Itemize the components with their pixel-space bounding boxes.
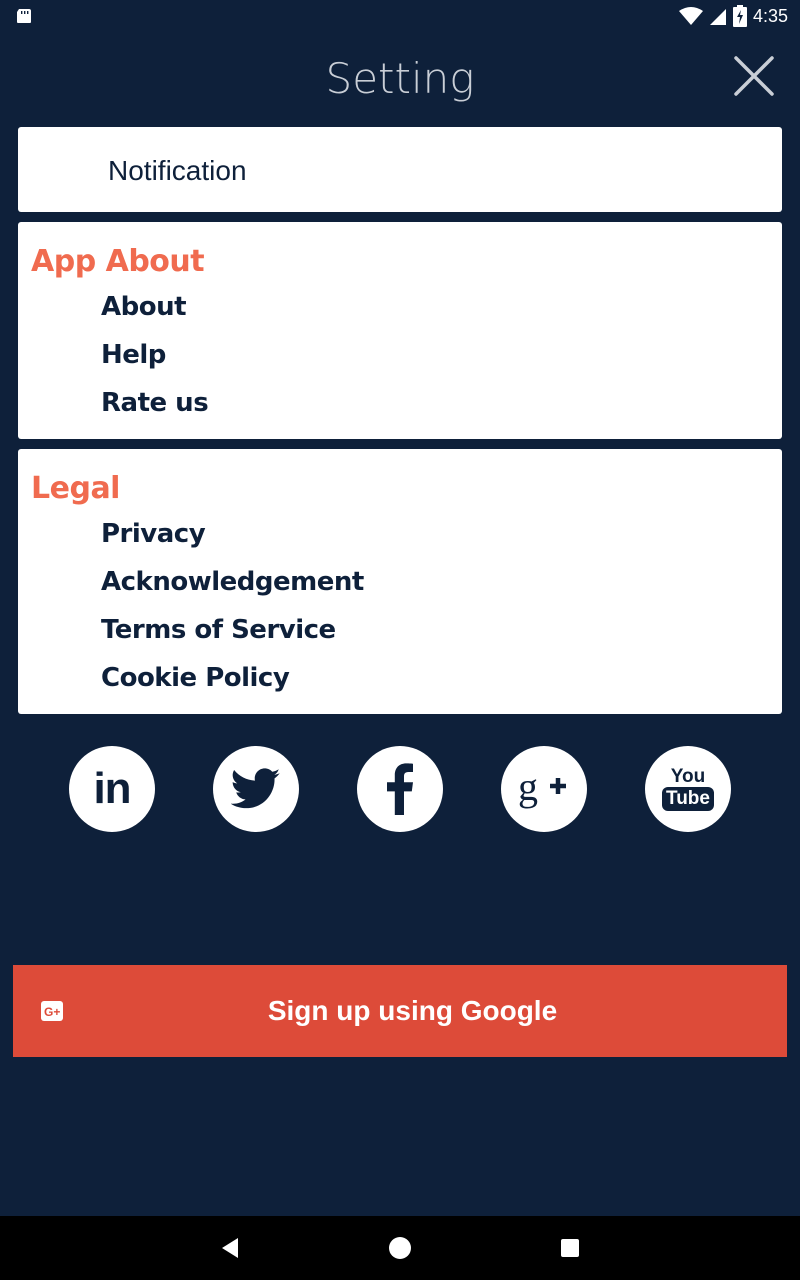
twitter-icon [231,768,281,809]
status-time: 4:35 [752,5,788,26]
google-plus-button[interactable]: g [501,746,587,832]
header: Setting [0,32,800,124]
sd-card-icon [17,9,31,23]
menu-item-help[interactable]: Help [101,340,166,370]
app-about-title: App About [31,244,205,279]
youtube-button[interactable]: You Tube [645,746,731,832]
menu-item-acknowledgement[interactable]: Acknowledgement [101,567,364,597]
google-plus-icon: g [518,766,566,809]
notification-label: Notification [108,155,247,186]
legal-section: Legal Privacy Acknowledgement Terms of S… [18,449,782,714]
twitter-button[interactable] [213,746,299,832]
menu-item-terms-of-service[interactable]: Terms of Service [101,615,336,645]
status-bar: 4:35 [0,0,800,32]
menu-item-rate-us[interactable]: Rate us [101,388,209,418]
menu-item-about[interactable]: About [101,292,187,322]
facebook-icon [387,763,413,815]
menu-item-cookie-policy[interactable]: Cookie Policy [101,663,290,693]
youtube-icon-bottom: Tube [662,787,714,811]
navigation-bar [0,1216,800,1280]
notification-item[interactable]: Notification [18,127,782,212]
google-signup-button[interactable]: G+ Sign up using Google [13,965,787,1057]
battery-icon [732,5,747,27]
page-title: Setting [325,54,475,103]
recents-icon[interactable] [554,1232,586,1264]
wifi-icon [678,7,703,25]
menu-item-privacy[interactable]: Privacy [101,519,206,549]
facebook-button[interactable] [357,746,443,832]
close-icon[interactable] [730,52,778,100]
youtube-icon-top: You [670,766,706,787]
svg-text:g: g [518,766,538,809]
linkedin-icon: in [93,764,131,813]
app-about-section: App About About Help Rate us [18,222,782,439]
google-signup-label: Sign up using Google [267,995,558,1026]
back-icon[interactable] [214,1232,246,1264]
social-links: in g You Tube [0,746,800,832]
home-icon[interactable] [384,1232,416,1264]
legal-title: Legal [31,471,120,506]
signal-icon [709,9,726,25]
linkedin-button[interactable]: in [69,746,155,832]
status-icons: 4:35 [678,4,788,28]
